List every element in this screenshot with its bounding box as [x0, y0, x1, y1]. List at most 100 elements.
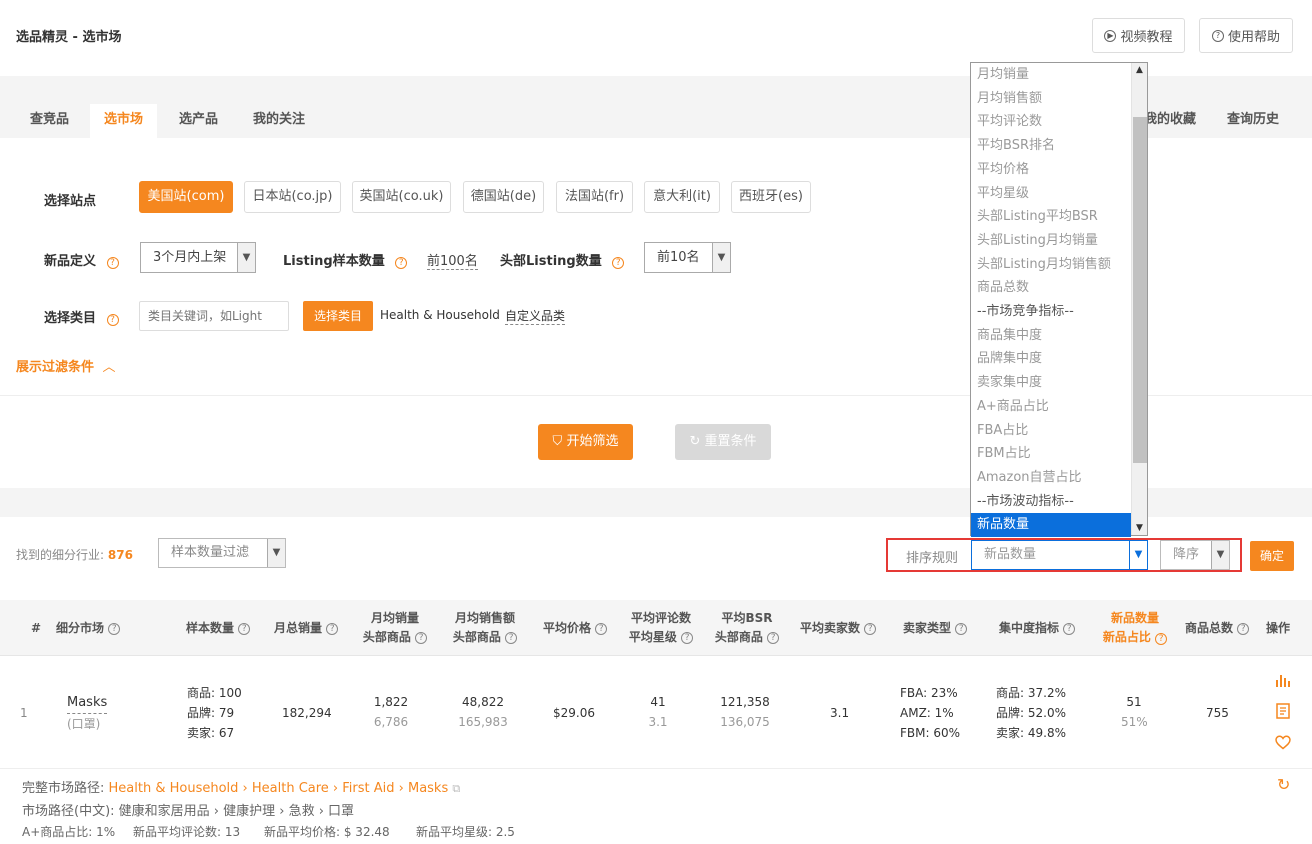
col-monthly-sales[interactable]: 月总销量 ?: [274, 619, 339, 638]
tab-history[interactable]: 查询历史: [1213, 104, 1293, 138]
col-avg-revenue[interactable]: 月均销售额 头部商品 ?: [448, 609, 522, 647]
market-name-link[interactable]: Masks: [67, 693, 108, 714]
scroll-down-icon[interactable]: ▼: [1132, 523, 1147, 533]
help-icon[interactable]: ?: [681, 632, 694, 644]
confirm-button[interactable]: 确定: [1250, 541, 1294, 571]
head-count-select[interactable]: 前10名 ▼: [644, 242, 731, 273]
head-count-label: 头部Listing数量 ?: [500, 250, 625, 269]
col-market[interactable]: 细分市场 ?: [56, 619, 121, 638]
col-sellers[interactable]: 平均卖家数 ?: [800, 619, 877, 638]
select-category-button[interactable]: 选择类目: [303, 301, 373, 331]
help-icon[interactable]: ?: [108, 623, 121, 635]
col-total[interactable]: 商品总数 ?: [1185, 619, 1250, 638]
col-sample[interactable]: 样本数量 ?: [186, 619, 251, 638]
dropdown-option[interactable]: Amazon自营占比: [971, 466, 1131, 490]
site-uk[interactable]: 英国站(co.uk): [352, 181, 451, 213]
market-path-link[interactable]: Health & Household › Health Care › First…: [109, 781, 449, 796]
chevron-down-icon: ▼: [1211, 541, 1229, 569]
dropdown-option[interactable]: 平均BSR排名: [971, 134, 1131, 158]
toggle-filters-link[interactable]: 展示过滤条件 ︿: [16, 356, 116, 375]
dropdown-option[interactable]: FBM占比: [971, 442, 1131, 466]
col-avg-sales[interactable]: 月均销量 头部商品 ?: [358, 609, 432, 647]
help-icon[interactable]: ?: [106, 314, 119, 326]
sort-field-select[interactable]: 新品数量 ▼: [971, 540, 1148, 570]
refresh-icon: ↻: [689, 434, 701, 449]
col-new-products[interactable]: 新品数量 新品占比 ?: [1100, 609, 1170, 647]
dropdown-option[interactable]: 平均价格: [971, 158, 1131, 182]
sample-count-value[interactable]: 前100名: [427, 250, 478, 270]
help-icon[interactable]: ?: [106, 257, 119, 269]
head-count-text: 头部Listing数量: [500, 254, 602, 269]
dropdown-option[interactable]: 头部Listing平均BSR: [971, 205, 1131, 229]
tab-follow[interactable]: 我的关注: [239, 104, 319, 138]
help-icon[interactable]: ?: [595, 623, 608, 635]
dropdown-option[interactable]: 平均星级: [971, 182, 1131, 206]
sample-filter-select[interactable]: 样本数量过滤 ▼: [158, 538, 286, 568]
video-tutorial-button[interactable]: ▶ 视频教程: [1092, 18, 1185, 53]
monthly-sales-cell: 182,294: [282, 706, 332, 720]
dropdown-option-selected[interactable]: 新品数量: [971, 513, 1131, 537]
dropdown-option[interactable]: FBA占比: [971, 419, 1131, 443]
start-filter-button[interactable]: ⛉ 开始筛选: [538, 424, 633, 460]
site-us[interactable]: 美国站(com): [139, 181, 233, 213]
site-de[interactable]: 德国站(de): [463, 181, 544, 213]
col-reviews[interactable]: 平均评论数 平均星级 ?: [624, 609, 698, 647]
refresh-icon[interactable]: ↻: [1277, 775, 1290, 794]
help-icon[interactable]: ?: [612, 257, 625, 269]
help-icon[interactable]: ?: [238, 623, 251, 635]
dropdown-option[interactable]: 商品集中度: [971, 324, 1131, 348]
tab-competitor[interactable]: 查竞品: [16, 104, 83, 138]
help-icon[interactable]: ?: [767, 632, 780, 644]
category-keyword-input[interactable]: [139, 301, 289, 331]
help-icon[interactable]: ?: [415, 632, 428, 644]
scroll-up-icon[interactable]: ▲: [1132, 65, 1147, 75]
dropdown-option[interactable]: 卖家集中度: [971, 371, 1131, 395]
reset-label: 重置条件: [704, 434, 757, 449]
chart-icon[interactable]: [1275, 672, 1291, 688]
reset-button[interactable]: ↻ 重置条件: [675, 424, 771, 460]
external-link-icon[interactable]: ⧉: [452, 782, 460, 795]
custom-category-link[interactable]: 自定义品类: [505, 307, 566, 325]
help-button[interactable]: ? 使用帮助: [1199, 18, 1293, 53]
dropdown-option[interactable]: 商品总数: [971, 276, 1131, 300]
site-it[interactable]: 意大利(it): [644, 181, 720, 213]
dropdown-option[interactable]: 平均评论数: [971, 110, 1131, 134]
col-avg-sales-label: 月均销量: [370, 611, 419, 625]
help-icon[interactable]: ?: [1155, 633, 1168, 645]
chevron-down-icon: ▼: [712, 243, 730, 272]
sort-order-select[interactable]: 降序 ▼: [1160, 540, 1230, 570]
scrollbar-thumb[interactable]: [1133, 117, 1147, 463]
col-avg-sales-sub-label: 头部商品: [362, 630, 411, 644]
dropdown-option[interactable]: 品牌集中度: [971, 347, 1131, 371]
new-definition-select[interactable]: 3个月内上架 ▼: [140, 242, 256, 273]
help-icon[interactable]: ?: [505, 632, 518, 644]
col-avg-price[interactable]: 平均价格 ?: [543, 619, 608, 638]
col-sellers-label: 平均卖家数: [800, 621, 861, 635]
dropdown-option[interactable]: 头部Listing月均销售额: [971, 253, 1131, 277]
dropdown-option[interactable]: A+商品占比: [971, 395, 1131, 419]
page-title: 选品精灵 - 选市场: [16, 30, 122, 45]
help-icon[interactable]: ?: [1237, 623, 1250, 635]
dropdown-option[interactable]: 月均销量: [971, 63, 1131, 87]
help-icon[interactable]: ?: [395, 257, 408, 269]
heart-icon[interactable]: [1275, 735, 1291, 750]
col-seller-type[interactable]: 卖家类型 ?: [903, 619, 968, 638]
help-icon[interactable]: ?: [326, 623, 339, 635]
col-concentration[interactable]: 集中度指标 ?: [999, 619, 1076, 638]
seller-type-cell: FBA: 23% AMZ: 1% FBM: 60%: [900, 683, 960, 743]
dropdown-scrollbar[interactable]: ▲ ▼: [1131, 63, 1147, 535]
site-jp[interactable]: 日本站(co.jp): [244, 181, 341, 213]
help-icon[interactable]: ?: [1063, 623, 1076, 635]
dropdown-option[interactable]: 头部Listing月均销量: [971, 229, 1131, 253]
help-icon[interactable]: ?: [864, 623, 877, 635]
conc-brands: 品牌: 52.0%: [996, 706, 1066, 720]
document-icon[interactable]: [1276, 703, 1290, 719]
sort-field-dropdown[interactable]: 月均销量 月均销售额 平均评论数 平均BSR排名 平均价格 平均星级 头部Lis…: [970, 62, 1148, 537]
site-fr[interactable]: 法国站(fr): [556, 181, 633, 213]
tab-product[interactable]: 选产品: [165, 104, 232, 138]
dropdown-option[interactable]: 月均销售额: [971, 87, 1131, 111]
site-es[interactable]: 西班牙(es): [731, 181, 811, 213]
col-bsr[interactable]: 平均BSR 头部商品 ?: [709, 609, 785, 647]
tab-market[interactable]: 选市场: [90, 104, 158, 138]
help-icon[interactable]: ?: [955, 623, 968, 635]
